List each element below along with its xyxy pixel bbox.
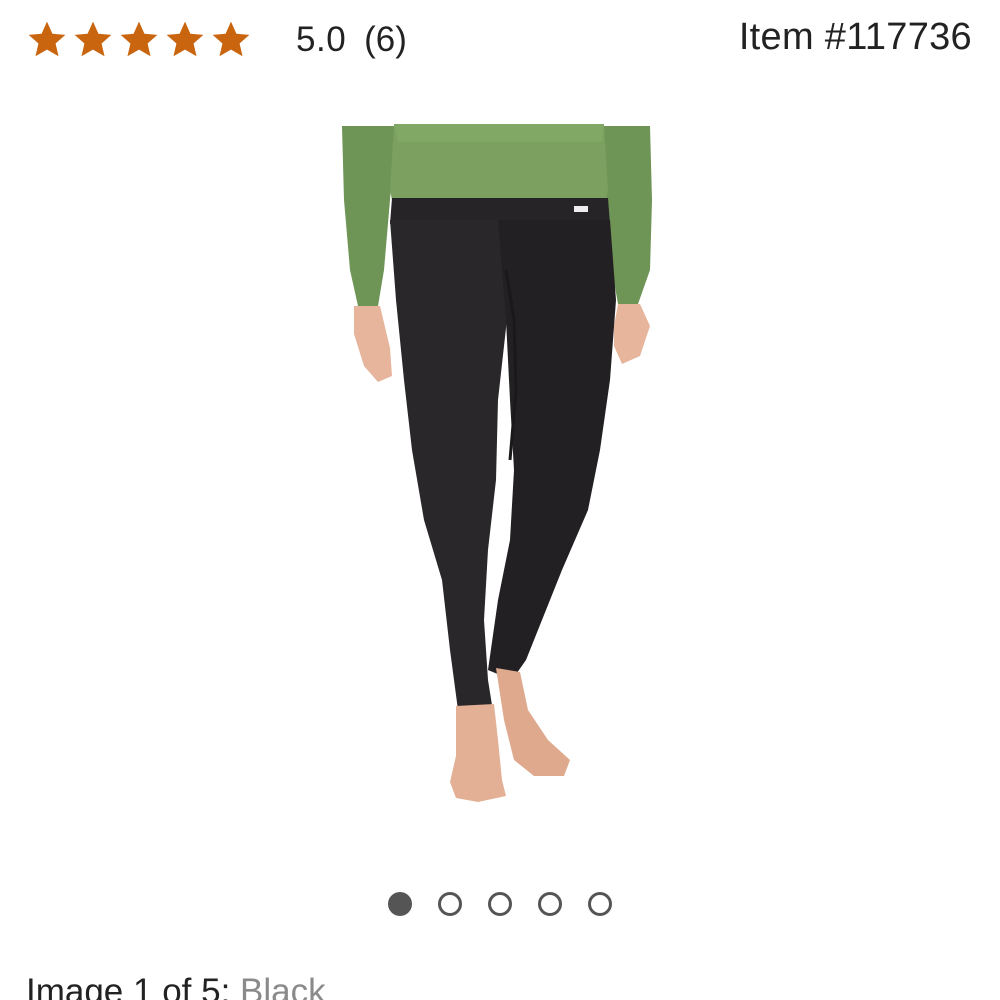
carousel-dot-1[interactable]	[388, 892, 412, 916]
star-icon	[120, 21, 158, 57]
product-page: 5.0 (6) Item #117736 Image 1 of 5: Black	[0, 0, 1000, 1000]
review-count[interactable]: (6)	[364, 20, 407, 60]
star-icon	[212, 21, 250, 57]
carousel-dot-4[interactable]	[538, 892, 562, 916]
carousel-dot-2[interactable]	[438, 892, 462, 916]
image-carousel-dots	[0, 892, 1000, 916]
star-icon	[166, 21, 204, 57]
product-image[interactable]	[338, 120, 658, 810]
star-icon	[74, 21, 112, 57]
image-caption-color: Black	[240, 972, 326, 1000]
item-number: Item #117736	[738, 16, 972, 58]
star-rating	[26, 19, 252, 61]
image-caption: Image 1 of 5: Black	[26, 972, 326, 1000]
carousel-dot-3[interactable]	[488, 892, 512, 916]
rating-score: 5.0	[296, 20, 347, 59]
product-photo-leggings	[342, 124, 652, 802]
image-caption-prefix: Image 1 of 5:	[26, 972, 231, 1000]
rating-summary[interactable]: 5.0 (6)	[26, 14, 407, 66]
carousel-dot-5[interactable]	[588, 892, 612, 916]
star-icon	[28, 21, 66, 57]
